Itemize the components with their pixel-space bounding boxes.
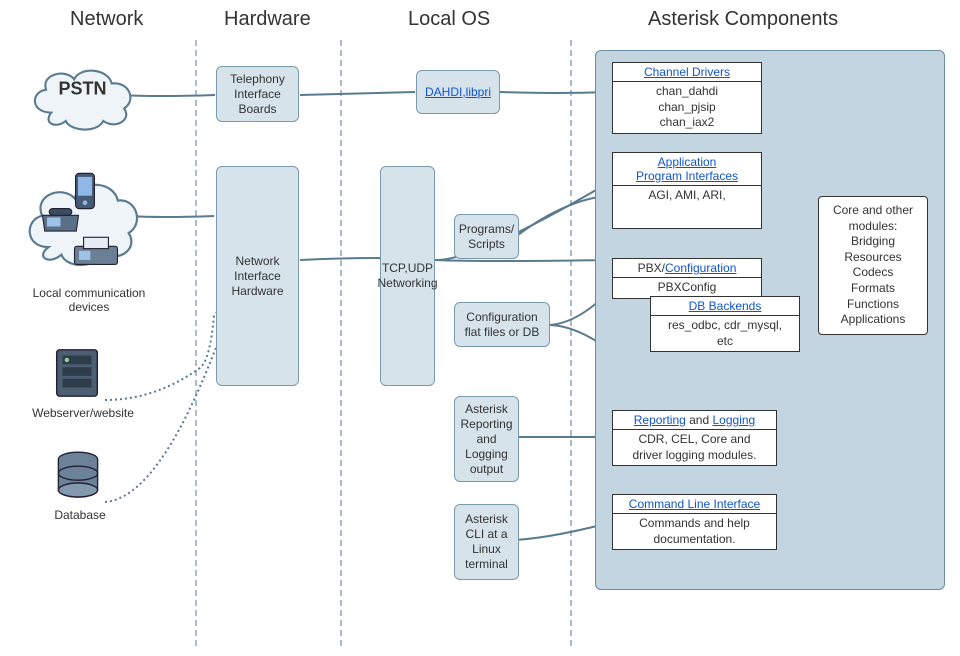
nic-hardware: NetworkInterfaceHardware [216,166,299,386]
divider-2 [340,40,342,646]
col-hardware: Hardware [224,8,311,31]
col-network: Network [70,8,143,31]
programs-scripts: Programs/Scripts [454,214,519,259]
pbx-body: PBXConfig [613,278,761,298]
channel-drivers-link[interactable]: Channel Drivers [644,65,730,79]
logging-link[interactable]: Logging [713,413,756,427]
database-icon [50,448,106,504]
fax-icon [70,234,122,270]
channel-drivers-body: chan_dahdichan_pjsipchan_iax2 [613,82,761,133]
reporting-body: CDR, CEL, Core anddriver logging modules… [613,430,776,465]
db-body: res_odbc, cdr_mysql,etc [651,316,799,351]
api-body: AGI, AMI, ARI, [613,186,761,228]
tcp-networking: TCP,UDPNetworking [380,166,435,386]
col-localos: Local OS [408,8,490,31]
db-box: DB Backends res_odbc, cdr_mysql,etc [650,296,800,352]
pbx-config-link[interactable]: Configuration [665,261,736,275]
cli-body: Commands and helpdocumentation. [613,514,776,549]
reporting-output: AsteriskReportingandLoggingoutput [454,396,519,482]
cli-link[interactable]: Command Line Interface [629,497,760,511]
divider-3 [570,40,572,646]
db-link[interactable]: DB Backends [689,299,762,313]
pbx-box: PBX/Configuration PBXConfig [612,258,762,299]
api-box: ApplicationProgram Interfaces AGI, AMI, … [612,152,762,229]
divider-1 [195,40,197,646]
channel-drivers-box: Channel Drivers chan_dahdichan_pjsipchan… [612,62,762,134]
dahdi-box: DAHDI,libpri [416,70,500,114]
pbx-head-prefix: PBX/ [638,261,665,275]
telephony-boards: TelephonyInterfaceBoards [216,66,299,122]
webserver-caption: Webserver/website [28,406,138,420]
core-modules-box: Core and othermodules:BridgingResourcesC… [818,196,928,335]
reporting-and: and [686,413,713,427]
core-modules-text: Core and othermodules:BridgingResourcesC… [819,197,927,334]
api-link[interactable]: ApplicationProgram Interfaces [636,155,738,183]
pstn-label: PSTN [58,79,106,100]
config-files: Configurationflat files or DB [454,302,550,347]
dahdi-link[interactable]: DAHDI,libpri [425,85,491,100]
cli-terminal: AsteriskCLI at aLinuxterminal [454,504,519,580]
reporting-link[interactable]: Reporting [634,413,686,427]
pstn-cloud: PSTN [20,58,145,136]
col-asterisk: Asterisk Components [648,8,838,31]
devices-caption: Local communicationdevices [30,286,148,315]
server-icon [48,344,106,402]
cli-box: Command Line Interface Commands and help… [612,494,777,550]
reporting-box: Reporting and Logging CDR, CEL, Core and… [612,410,777,466]
database-caption: Database [40,508,120,522]
